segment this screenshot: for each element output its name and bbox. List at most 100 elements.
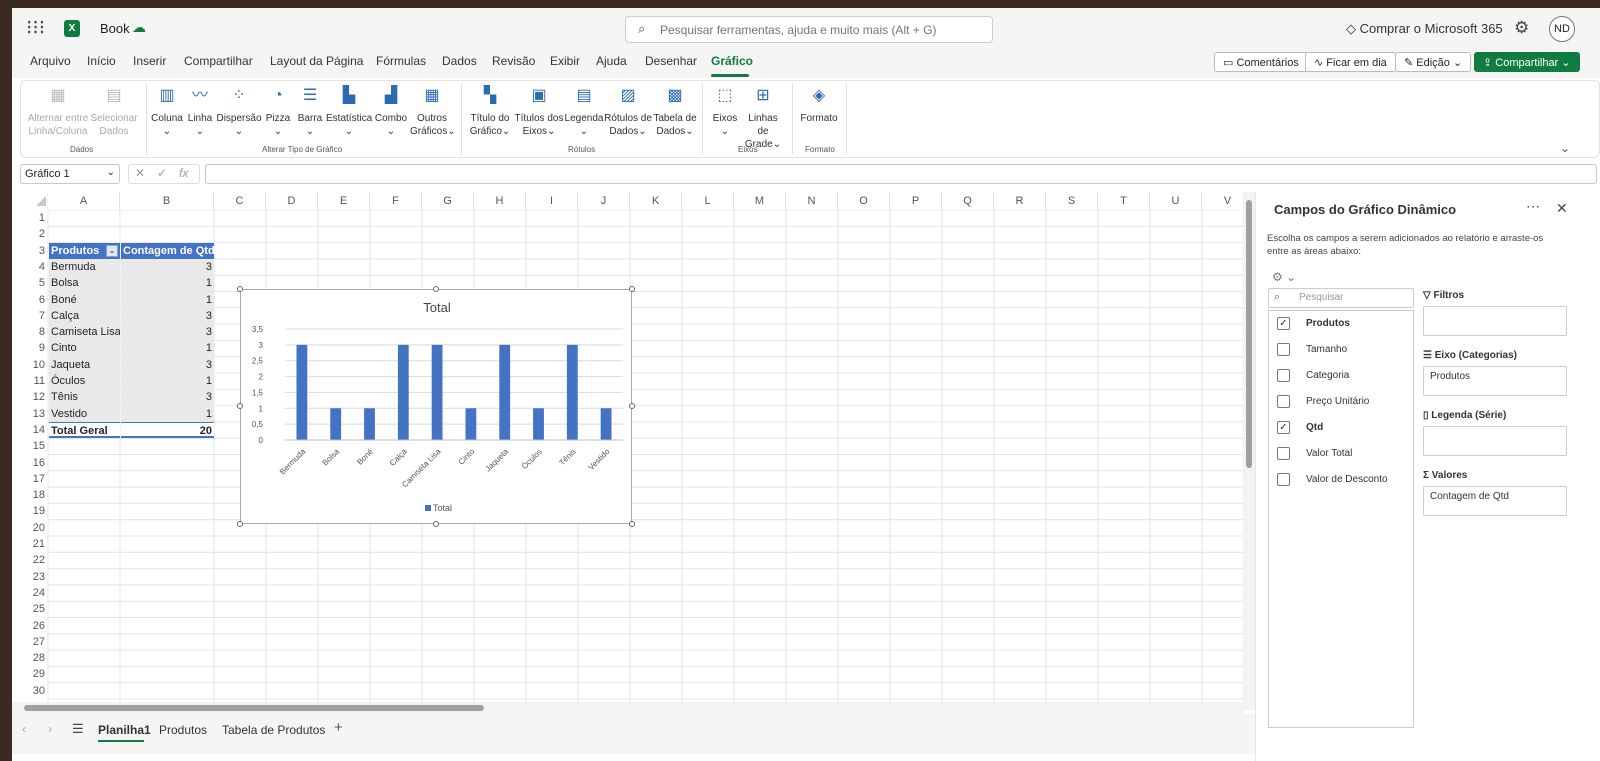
resize-handle[interactable]	[237, 403, 243, 409]
checkbox-icon[interactable]	[1277, 447, 1290, 460]
pivot-cell[interactable]: Óculos	[49, 373, 120, 389]
pivot-cell[interactable]: 20	[121, 421, 214, 438]
column-header-h[interactable]: H	[474, 192, 526, 210]
legend-entry[interactable]: Total	[433, 503, 452, 513]
bar-boné[interactable]	[364, 408, 375, 440]
column-header-n[interactable]: N	[786, 192, 838, 210]
tab-ajuda[interactable]: Ajuda	[596, 54, 627, 68]
row-header[interactable]: 25	[12, 601, 48, 617]
checkbox-icon[interactable]	[1277, 473, 1290, 486]
pivot-cell[interactable]: 1	[121, 275, 214, 292]
tab-layout[interactable]: Layout da Página	[270, 54, 363, 68]
close-icon[interactable]: ✕	[1556, 200, 1568, 217]
bar-calça[interactable]	[397, 344, 409, 440]
column-header-p[interactable]: P	[890, 192, 942, 210]
resize-handle[interactable]	[433, 286, 439, 292]
pivot-cell[interactable]: Calça	[49, 307, 120, 324]
row-header[interactable]: 8	[12, 324, 48, 340]
sheet-tab-planilha1[interactable]: Planilha1	[98, 723, 151, 737]
editing-mode-button[interactable]: ✎ Edição ⌄	[1395, 52, 1472, 72]
row-header[interactable]: 15	[12, 438, 48, 454]
formula-input[interactable]	[205, 164, 1597, 184]
pivot-cell[interactable]: Total Geral	[49, 421, 120, 438]
bar-vestido[interactable]	[600, 408, 612, 440]
other-charts-button[interactable]: ▦ Outros Gráficos⌄	[410, 86, 456, 138]
field-item[interactable]: ✓ Produtos	[1277, 317, 1411, 333]
bar-óculos[interactable]	[533, 408, 544, 440]
column-header-f[interactable]: F	[370, 192, 422, 210]
checkbox-checked-icon[interactable]: ✓	[1277, 317, 1290, 330]
sheet-tab-tabela-de-produtos[interactable]: Tabela de Produtos	[222, 723, 325, 737]
row-header[interactable]: 4	[12, 259, 48, 275]
tab-arquivo[interactable]: Arquivo	[30, 54, 71, 68]
row-header[interactable]: 2	[12, 226, 48, 242]
pie-chart-button[interactable]: ◔ Pizza ⌄	[264, 86, 292, 138]
row-header[interactable]: 23	[12, 569, 48, 585]
row-header[interactable]: 26	[12, 618, 48, 634]
pivot-cell[interactable]: 1	[121, 291, 214, 308]
line-chart-button[interactable]: 〰 Linha ⌄	[186, 86, 214, 138]
search-box[interactable]: ⌕	[625, 16, 993, 43]
tab-dados[interactable]: Dados	[442, 54, 477, 68]
resize-handle[interactable]	[237, 521, 243, 527]
pivot-cell[interactable]: Camiseta Lisa	[49, 324, 120, 341]
field-settings-gear-icon[interactable]: ⚙ ⌄	[1272, 270, 1296, 284]
tab-compartilhar[interactable]: Compartilhar	[184, 54, 253, 68]
avatar[interactable]: ND	[1549, 16, 1575, 42]
resize-handle[interactable]	[629, 286, 635, 292]
axis-titles-button[interactable]: ▣ Títulos dos Eixos⌄	[514, 86, 564, 138]
pivot-cell[interactable]: Cinto	[49, 340, 120, 357]
gridlines-button[interactable]: ⊞ Linhas de Grade⌄	[742, 86, 784, 151]
format-button[interactable]: ◈ Formato	[800, 86, 838, 125]
axes-button[interactable]: ⬚ Eixos ⌄	[710, 86, 740, 138]
values-field-contagem[interactable]: Contagem de Qtd	[1430, 491, 1509, 502]
field-item[interactable]: ✓ Qtd	[1277, 421, 1411, 437]
pivot-cell[interactable]: Bermuda	[49, 258, 120, 275]
legend-drop-area[interactable]	[1423, 426, 1567, 456]
document-title[interactable]: Book	[100, 21, 130, 36]
row-header[interactable]: 27	[12, 634, 48, 650]
row-header[interactable]: 16	[12, 455, 48, 471]
checkbox-icon[interactable]	[1277, 343, 1290, 356]
pivot-cell[interactable]: 3	[121, 307, 214, 324]
scatter-chart-button[interactable]: ⁘ Dispersão ⌄	[216, 86, 262, 138]
row-header[interactable]: 7	[12, 308, 48, 324]
column-header-i[interactable]: I	[526, 192, 578, 210]
ribbon-collapse-chevron-icon[interactable]: ⌄	[1560, 141, 1570, 155]
resize-handle[interactable]	[629, 521, 635, 527]
tab-desenhar[interactable]: Desenhar	[645, 54, 697, 68]
bar-bolsa[interactable]	[330, 408, 342, 440]
pivot-cell[interactable]: Jaqueta	[49, 356, 120, 373]
checkbox-icon[interactable]	[1277, 395, 1290, 408]
pivot-cell[interactable]: 3	[121, 324, 214, 341]
combo-chart-button[interactable]: ▟ Combo ⌄	[374, 86, 408, 138]
bar-tênis[interactable]	[566, 344, 578, 440]
row-header[interactable]: 11	[12, 373, 48, 389]
column-header-g[interactable]: G	[422, 192, 474, 210]
column-header-t[interactable]: T	[1098, 192, 1150, 210]
prev-sheet-chevron-icon[interactable]: ‹	[22, 722, 26, 736]
pivot-cell[interactable]: 3	[121, 389, 214, 406]
column-header-b[interactable]: B	[120, 192, 214, 210]
filter-dropdown-icon[interactable]: ⌄	[106, 244, 118, 257]
checkbox-icon[interactable]	[1277, 369, 1290, 382]
legend-button[interactable]: ▤ Legenda ⌄	[564, 86, 604, 138]
bar-chart-button[interactable]: ☰ Barra ⌄	[296, 86, 324, 138]
pivot-cell[interactable]: Bolsa	[49, 275, 120, 292]
row-header[interactable]: 17	[12, 471, 48, 487]
resize-handle[interactable]	[237, 286, 243, 292]
row-header[interactable]: 12	[12, 389, 48, 405]
column-chart-button[interactable]: ▥ Coluna ⌄	[150, 86, 184, 138]
row-header[interactable]: 10	[12, 357, 48, 373]
all-sheets-menu-icon[interactable]: ☰	[72, 721, 84, 737]
row-header[interactable]: 30	[12, 683, 48, 699]
column-header-o[interactable]: O	[838, 192, 890, 210]
bar-bermuda[interactable]	[296, 344, 308, 440]
row-header[interactable]: 18	[12, 487, 48, 503]
resize-handle[interactable]	[629, 403, 635, 409]
confirm-icon[interactable]: ✓	[157, 166, 167, 180]
cancel-icon[interactable]: ✕	[135, 166, 145, 180]
catchup-button[interactable]: ∿ Ficar em dia	[1305, 52, 1396, 72]
field-search-box[interactable]: ⌕ Pesquisar	[1268, 288, 1414, 308]
tab-exibir[interactable]: Exibir	[550, 54, 580, 68]
